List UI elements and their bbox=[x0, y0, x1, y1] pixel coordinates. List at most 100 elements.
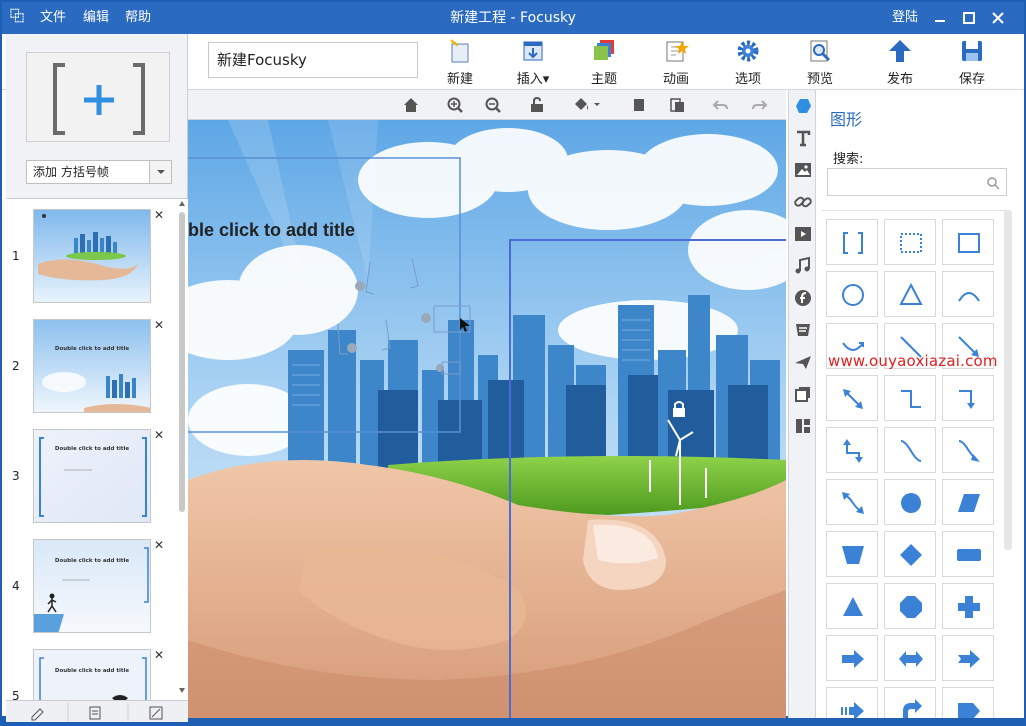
new-button[interactable]: 新建 bbox=[432, 36, 488, 88]
frame-type-value: 添加 方括号帧 bbox=[33, 165, 109, 179]
copy-icon[interactable] bbox=[630, 96, 648, 114]
save-button[interactable]: 保存 bbox=[944, 36, 1000, 88]
shape-elbow-double-arrow[interactable] bbox=[826, 427, 878, 473]
shape-curve-connector[interactable] bbox=[884, 427, 936, 473]
shape-filled-circle[interactable] bbox=[884, 479, 936, 525]
slide-item-4[interactable]: 4 Double click to add title ✕ bbox=[6, 539, 178, 637]
flash-tool-icon[interactable] bbox=[793, 288, 813, 308]
project-name-input[interactable]: 新建Focusky bbox=[208, 42, 418, 78]
slide-thumbnail[interactable]: Double click to add title bbox=[33, 539, 151, 633]
preview-button[interactable]: 预览 bbox=[792, 36, 848, 88]
shape-grid-scrollbar[interactable] bbox=[1004, 210, 1012, 550]
shape-tool-icon[interactable] bbox=[793, 96, 813, 116]
slide-item-1[interactable]: 1 ✕ bbox=[6, 209, 178, 307]
slide-number: 2 bbox=[12, 359, 20, 373]
unlock-icon[interactable] bbox=[528, 96, 546, 114]
paste-icon[interactable] bbox=[668, 96, 686, 114]
bracket-frame-icon bbox=[53, 63, 145, 135]
minimize-icon[interactable] bbox=[930, 8, 950, 28]
shape-bracket[interactable] bbox=[826, 219, 878, 265]
link-tool-icon[interactable] bbox=[793, 192, 813, 212]
frame-type-select[interactable]: 添加 方括号帧 bbox=[26, 160, 172, 184]
shape-striped-arrow[interactable] bbox=[826, 687, 878, 718]
shape-rectangle[interactable] bbox=[942, 219, 994, 265]
slide-title-placeholder[interactable]: ble click to add title bbox=[188, 220, 355, 241]
shape-circle[interactable] bbox=[826, 271, 878, 317]
options-button[interactable]: 选项 bbox=[720, 36, 776, 88]
shape-double-arrow-line[interactable] bbox=[826, 375, 878, 421]
undo-icon[interactable] bbox=[712, 96, 730, 114]
shape-dashed-rect[interactable] bbox=[884, 219, 936, 265]
redo-icon[interactable] bbox=[750, 96, 768, 114]
shape-curve-double-arrow[interactable] bbox=[826, 479, 878, 525]
menu-edit[interactable]: 编辑 bbox=[83, 2, 109, 34]
shape-pentagon-arrow[interactable] bbox=[942, 687, 994, 718]
layout-tool-icon[interactable] bbox=[793, 320, 813, 340]
login-link[interactable]: 登陆 bbox=[892, 2, 918, 34]
video-tool-icon[interactable] bbox=[793, 224, 813, 244]
menu-file[interactable]: 文件 bbox=[40, 2, 66, 34]
delete-slide-icon[interactable]: ✕ bbox=[153, 539, 165, 551]
image-tool-icon[interactable] bbox=[793, 160, 813, 180]
shape-curve-arrow[interactable] bbox=[942, 427, 994, 473]
shape-octagon[interactable] bbox=[884, 583, 936, 629]
slide-thumbnail[interactable]: Double click to add title bbox=[33, 319, 151, 413]
delete-slide-icon[interactable]: ✕ bbox=[153, 209, 165, 221]
shape-elbow-connector[interactable] bbox=[884, 375, 936, 421]
shape-rounded-rect[interactable] bbox=[942, 531, 994, 577]
animation-button[interactable]: 动画 bbox=[648, 36, 704, 88]
shape-elbow-arrow[interactable] bbox=[942, 375, 994, 421]
slide-item-5[interactable]: 5 Double click to add title ✕ bbox=[6, 649, 178, 700]
publish-button[interactable]: 发布 bbox=[872, 36, 928, 88]
fill-color-icon[interactable] bbox=[572, 96, 602, 114]
edit-frame-icon[interactable] bbox=[31, 708, 44, 721]
slide-title: Double click to add title bbox=[54, 446, 130, 452]
focusky-window: ⿻ 文件 编辑 帮助 新建工程 - Focusky 登陆 新建Focusky 新… bbox=[0, 0, 1026, 722]
shape-diamond[interactable] bbox=[884, 531, 936, 577]
shape-triangle[interactable] bbox=[884, 271, 936, 317]
slide-item-3[interactable]: 3 Double click to add title ✕ bbox=[6, 429, 178, 527]
frame-settings-icon[interactable] bbox=[149, 706, 163, 720]
text-tool-icon[interactable] bbox=[793, 128, 813, 148]
shape-uturn-arrow[interactable] bbox=[884, 687, 936, 718]
search-icon[interactable] bbox=[986, 176, 1000, 190]
add-frame-button[interactable] bbox=[26, 52, 170, 142]
shape-arc[interactable] bbox=[942, 271, 994, 317]
zoom-out-icon[interactable] bbox=[484, 96, 502, 114]
shape-search-input[interactable] bbox=[827, 168, 1007, 196]
gear-icon bbox=[737, 40, 759, 62]
layers-tool-icon[interactable] bbox=[793, 384, 813, 404]
music-tool-icon[interactable] bbox=[793, 256, 813, 276]
frame-list-icon[interactable] bbox=[89, 706, 101, 720]
shape-filled-triangle[interactable] bbox=[826, 583, 878, 629]
maximize-icon[interactable] bbox=[959, 8, 979, 28]
slide-thumbnail[interactable]: Double click to add title bbox=[33, 649, 151, 700]
template-tool-icon[interactable] bbox=[793, 416, 813, 436]
chevron-down-icon[interactable] bbox=[149, 161, 171, 183]
delete-slide-icon[interactable]: ✕ bbox=[153, 649, 165, 661]
shape-trapezoid[interactable] bbox=[826, 531, 878, 577]
close-icon[interactable] bbox=[988, 8, 1008, 28]
slide-list-scrollbar[interactable] bbox=[178, 198, 186, 696]
zoom-in-icon[interactable] bbox=[446, 96, 464, 114]
slide-title: Double click to add title bbox=[54, 346, 130, 352]
slide-item-2[interactable]: 2 Double click to add title ✕ bbox=[6, 319, 178, 417]
theme-button[interactable]: 主题 bbox=[576, 36, 632, 88]
delete-slide-icon[interactable]: ✕ bbox=[153, 319, 165, 331]
canvas-scene bbox=[188, 120, 786, 718]
slide-thumbnail[interactable]: Double click to add title bbox=[33, 429, 151, 523]
shape-left-right-arrow[interactable] bbox=[884, 635, 936, 681]
preview-icon bbox=[810, 40, 831, 62]
plane-tool-icon[interactable] bbox=[793, 352, 813, 372]
shape-right-arrow[interactable] bbox=[826, 635, 878, 681]
insert-button[interactable]: 插入▾ bbox=[505, 36, 561, 88]
shape-cross[interactable] bbox=[942, 583, 994, 629]
theme-label: 主题 bbox=[590, 72, 617, 87]
editing-canvas[interactable]: ble click to add title bbox=[188, 120, 786, 718]
shape-parallelogram[interactable] bbox=[942, 479, 994, 525]
delete-slide-icon[interactable]: ✕ bbox=[153, 429, 165, 441]
shape-notched-arrow[interactable] bbox=[942, 635, 994, 681]
home-icon[interactable] bbox=[402, 96, 420, 114]
menu-help[interactable]: 帮助 bbox=[125, 2, 151, 34]
slide-thumbnail[interactable] bbox=[33, 209, 151, 303]
